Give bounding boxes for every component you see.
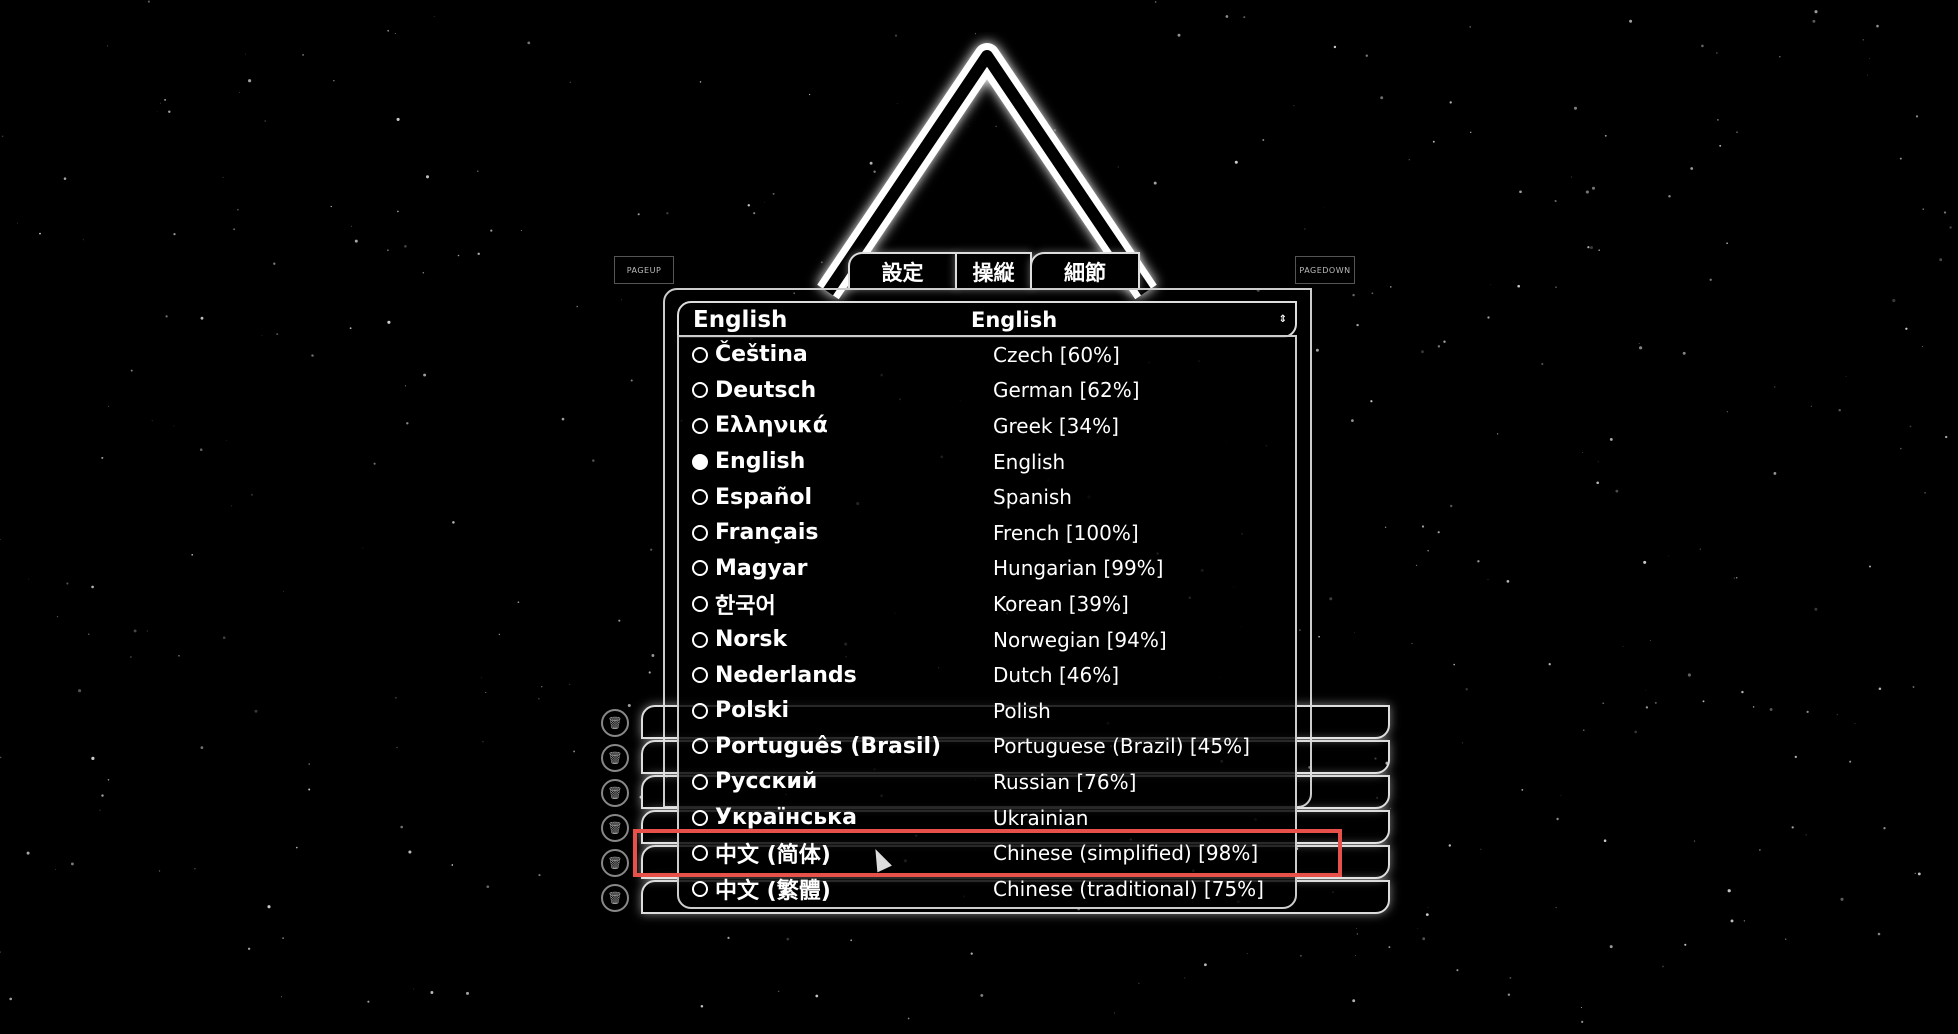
language-english-name: Ukrainian	[993, 805, 1089, 830]
language-native-name: 한국어	[715, 593, 776, 619]
tab-details[interactable]: 細節	[1030, 252, 1140, 290]
pageup-button[interactable]: PAGEUP	[614, 256, 674, 284]
language-native-name: Français	[715, 520, 819, 546]
language-native-name: Polski	[715, 698, 790, 724]
language-native-name: Čeština	[715, 342, 808, 368]
radio-button[interactable]	[692, 809, 708, 826]
language-option[interactable]: Čeština Czech [60%]	[679, 337, 1295, 373]
language-english-name: Russian [76%]	[993, 769, 1137, 794]
language-english-name: Chinese (traditional) [75%]	[993, 876, 1264, 901]
language-option[interactable]: Español Spanish	[679, 479, 1295, 515]
language-english-name: Polish	[993, 698, 1051, 723]
language-english-name: Norwegian [94%]	[993, 627, 1167, 652]
radio-button[interactable]	[692, 773, 708, 790]
tab-settings[interactable]: 設定	[848, 252, 957, 290]
language-native-name: Português (Brasil)	[715, 733, 942, 759]
language-option[interactable]: Português (Brasil) Portuguese (Brazil) […	[679, 729, 1295, 765]
pagedown-button[interactable]: PAGEDOWN	[1295, 256, 1355, 284]
radio-button[interactable]	[692, 524, 708, 541]
language-native-name: Español	[715, 484, 813, 510]
language-dropdown-list: Čeština Czech [60%] Deutsch German [62%]…	[677, 335, 1297, 909]
radio-button[interactable]	[692, 417, 708, 434]
selected-language-english: English	[971, 307, 1058, 332]
language-native-name: Norsk	[715, 627, 788, 653]
language-native-name: Ελληνικά	[715, 413, 828, 439]
language-native-name: Українська	[715, 805, 857, 831]
trash-icon[interactable]: 🗑	[601, 814, 629, 842]
language-english-name: German [62%]	[993, 378, 1140, 403]
language-select[interactable]: English English ⇕	[677, 301, 1297, 338]
language-option[interactable]: Nederlands Dutch [46%]	[679, 657, 1295, 693]
language-english-name: Portuguese (Brazil) [45%]	[993, 734, 1250, 759]
language-native-name: Magyar	[715, 555, 808, 581]
language-native-name: 中文 (繁體)	[715, 878, 831, 904]
language-native-name: English	[715, 449, 806, 475]
language-option[interactable]: Русский Russian [76%]	[679, 764, 1295, 800]
language-native-name: Nederlands	[715, 662, 857, 688]
language-native-name: Deutsch	[715, 377, 817, 403]
highlight-box	[633, 829, 1342, 877]
trash-icon[interactable]: 🗑	[601, 884, 629, 912]
radio-button[interactable]	[692, 880, 708, 897]
trash-icon[interactable]: 🗑	[601, 744, 629, 772]
language-option[interactable]: Norsk Norwegian [94%]	[679, 622, 1295, 658]
selected-language-native: English	[693, 306, 788, 333]
language-english-name: Czech [60%]	[993, 342, 1120, 367]
radio-button[interactable]	[692, 382, 708, 399]
radio-button[interactable]	[692, 702, 708, 719]
language-native-name: Русский	[715, 769, 818, 795]
language-english-name: Hungarian [99%]	[993, 556, 1164, 581]
trash-icon[interactable]: 🗑	[601, 849, 629, 877]
language-option[interactable]: Ελληνικά Greek [34%]	[679, 408, 1295, 444]
radio-button[interactable]	[692, 489, 708, 506]
language-option[interactable]: English English	[679, 444, 1295, 480]
language-option[interactable]: Magyar Hungarian [99%]	[679, 551, 1295, 587]
language-english-name: Spanish	[993, 485, 1072, 510]
language-option[interactable]: Deutsch German [62%]	[679, 373, 1295, 409]
radio-button[interactable]	[692, 595, 708, 612]
radio-button[interactable]	[692, 631, 708, 648]
radio-button[interactable]	[692, 346, 708, 363]
language-english-name: Korean [39%]	[993, 591, 1129, 616]
radio-button[interactable]	[692, 560, 708, 577]
language-option[interactable]: Français French [100%]	[679, 515, 1295, 551]
trash-icon[interactable]: 🗑	[601, 709, 629, 737]
language-option[interactable]: 한국어 Korean [39%]	[679, 586, 1295, 622]
radio-button[interactable]	[692, 667, 708, 684]
language-option[interactable]: Polski Polish	[679, 693, 1295, 729]
tab-controls[interactable]: 操縦	[955, 252, 1032, 290]
radio-button[interactable]	[692, 738, 708, 755]
trash-icon[interactable]: 🗑	[601, 779, 629, 807]
language-english-name: English	[993, 449, 1066, 474]
select-arrows-icon: ⇕	[1278, 314, 1287, 325]
language-english-name: French [100%]	[993, 520, 1139, 545]
language-english-name: Greek [34%]	[993, 413, 1119, 438]
language-english-name: Dutch [46%]	[993, 663, 1120, 688]
radio-button[interactable]	[692, 453, 708, 470]
